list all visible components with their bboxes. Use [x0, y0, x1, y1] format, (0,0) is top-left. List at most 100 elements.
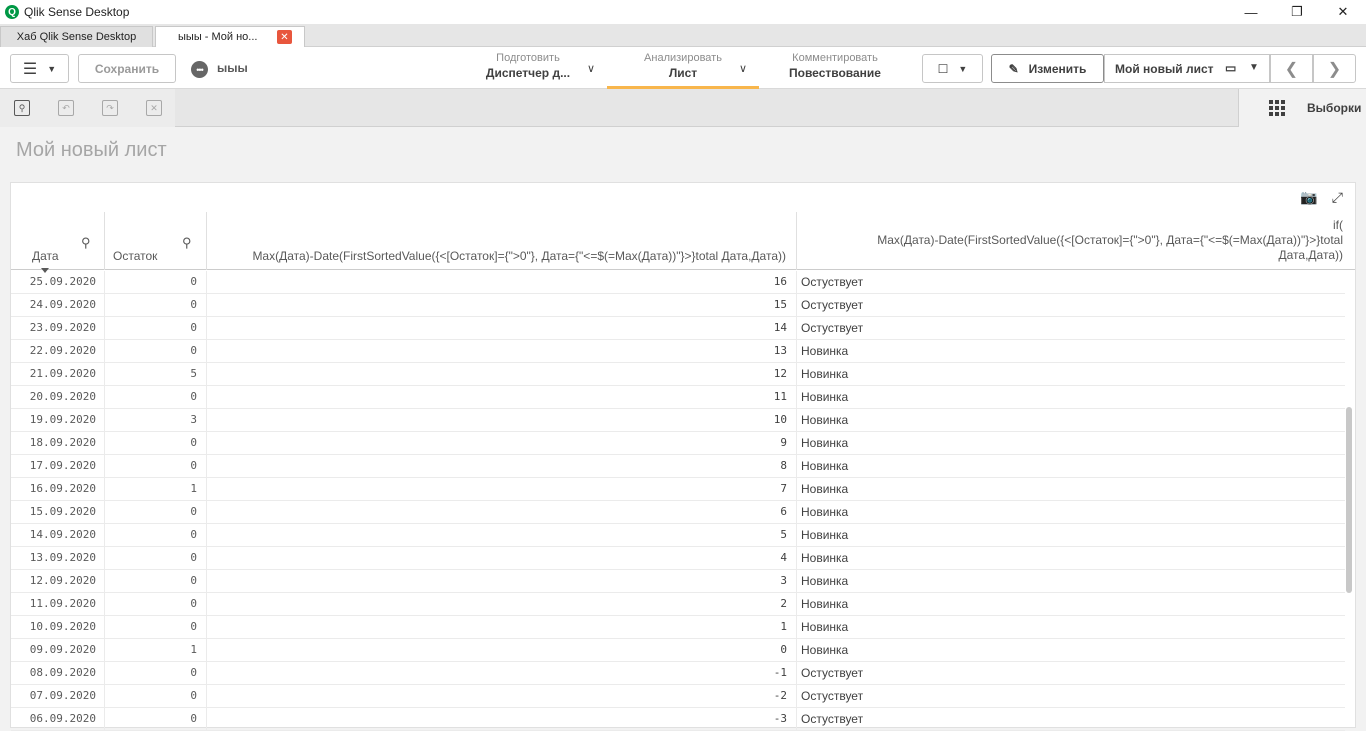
cell-date[interactable]: 08.09.2020: [11, 662, 105, 684]
table-row[interactable]: 13.09.2020 0 4 Новинка: [11, 547, 1345, 570]
cell-stock[interactable]: 0: [105, 524, 207, 546]
cell-stock[interactable]: 0: [105, 340, 207, 362]
maximize-button[interactable]: ❐: [1274, 0, 1320, 24]
table-row[interactable]: 17.09.2020 0 8 Новинка: [11, 455, 1345, 478]
cell-date[interactable]: 10.09.2020: [11, 616, 105, 638]
nav-prepare-sub: Подготовить: [496, 52, 560, 64]
cell-stock[interactable]: 0: [105, 685, 207, 707]
nav-prepare[interactable]: Подготовить Диспетчер д...: [478, 51, 578, 89]
close-window-button[interactable]: ✕: [1320, 0, 1366, 24]
cell-date[interactable]: 21.09.2020: [11, 363, 105, 385]
search-icon[interactable]: ⚲: [182, 235, 192, 251]
cell-date[interactable]: 14.09.2020: [11, 524, 105, 546]
cell-date[interactable]: 07.09.2020: [11, 685, 105, 707]
table-row[interactable]: 11.09.2020 0 2 Новинка: [11, 593, 1345, 616]
close-tab-icon[interactable]: ✕: [277, 30, 292, 44]
cell-stock[interactable]: 0: [105, 386, 207, 408]
cell-date[interactable]: 20.09.2020: [11, 386, 105, 408]
search-icon[interactable]: ⚲: [81, 235, 91, 251]
nav-narrate[interactable]: Комментировать Повествование: [780, 51, 890, 89]
table-row[interactable]: 08.09.2020 0 -1 Остуствует: [11, 662, 1345, 685]
table-row[interactable]: 19.09.2020 3 10 Новинка: [11, 409, 1345, 432]
save-button[interactable]: Сохранить: [78, 54, 176, 83]
cell-date[interactable]: 09.09.2020: [11, 639, 105, 661]
camera-icon[interactable]: 📷: [1300, 189, 1317, 206]
cell-date[interactable]: 13.09.2020: [11, 547, 105, 569]
nav-analyze[interactable]: Анализировать Лист: [607, 51, 759, 89]
next-sheet-button[interactable]: ❯: [1313, 54, 1356, 83]
minimize-button[interactable]: —: [1228, 0, 1274, 24]
cell-stock[interactable]: 0: [105, 501, 207, 523]
chevron-down-icon[interactable]: ∨: [587, 62, 595, 75]
cell-date[interactable]: 12.09.2020: [11, 570, 105, 592]
table-row[interactable]: 12.09.2020 0 3 Новинка: [11, 570, 1345, 593]
bookmark-icon: ☐: [937, 61, 949, 76]
table-row[interactable]: 07.09.2020 0 -2 Остуствует: [11, 685, 1345, 708]
previous-sheet-button[interactable]: ❮: [1270, 54, 1313, 83]
table-row[interactable]: 22.09.2020 0 13 Новинка: [11, 340, 1345, 363]
cell-stock[interactable]: 0: [105, 317, 207, 339]
cell-stock[interactable]: 0: [105, 432, 207, 454]
cell-stock[interactable]: 0: [105, 570, 207, 592]
tab-hub[interactable]: Хаб Qlik Sense Desktop: [0, 26, 153, 47]
smart-search-icon[interactable]: ⚲: [14, 100, 30, 116]
table-row[interactable]: 20.09.2020 0 11 Новинка: [11, 386, 1345, 409]
cell-date[interactable]: 16.09.2020: [11, 478, 105, 500]
cell-stock[interactable]: 1: [105, 639, 207, 661]
pencil-icon: ✎: [1008, 61, 1019, 76]
cell-status: Остуствует: [801, 275, 864, 289]
header-status[interactable]: if( Max(Дата)-Date(FirstSortedValue({<[О…: [797, 212, 1355, 270]
cell-stock[interactable]: 0: [105, 271, 207, 293]
table-row[interactable]: 23.09.2020 0 14 Остуствует: [11, 317, 1345, 340]
table-row[interactable]: 25.09.2020 0 16 Остуствует: [11, 271, 1345, 294]
cell-date[interactable]: 25.09.2020: [11, 271, 105, 293]
cell-stock[interactable]: 0: [105, 662, 207, 684]
header-stock[interactable]: ⚲ Остаток: [105, 212, 207, 270]
table-row[interactable]: 16.09.2020 1 7 Новинка: [11, 478, 1345, 501]
expand-icon[interactable]: ⤢: [1332, 189, 1343, 206]
cell-date[interactable]: 17.09.2020: [11, 455, 105, 477]
cell-stock[interactable]: 0: [105, 547, 207, 569]
scrollbar-thumb[interactable]: [1346, 407, 1352, 593]
cell-stock[interactable]: 0: [105, 593, 207, 615]
table-row[interactable]: 21.09.2020 5 12 Новинка: [11, 363, 1345, 386]
cell-stock[interactable]: 0: [105, 294, 207, 316]
app-name: ыыы: [217, 61, 248, 75]
edit-button[interactable]: ✎ Изменить: [991, 54, 1104, 83]
cell-stock[interactable]: 0: [105, 708, 207, 730]
cell-date[interactable]: 23.09.2020: [11, 317, 105, 339]
cell-stock[interactable]: 0: [105, 616, 207, 638]
table-row[interactable]: 24.09.2020 0 15 Остуствует: [11, 294, 1345, 317]
cell-date[interactable]: 06.09.2020: [11, 708, 105, 730]
window-title: Qlik Sense Desktop: [24, 5, 130, 19]
cell-date[interactable]: 18.09.2020: [11, 432, 105, 454]
chevron-down-icon[interactable]: ∨: [739, 62, 747, 75]
table-row[interactable]: 18.09.2020 0 9 Новинка: [11, 432, 1345, 455]
table-row[interactable]: 09.09.2020 1 0 Новинка: [11, 639, 1345, 662]
selections-button[interactable]: Выборки: [1238, 89, 1366, 127]
cell-date[interactable]: 15.09.2020: [11, 501, 105, 523]
cell-stock[interactable]: 5: [105, 363, 207, 385]
cell-date[interactable]: 22.09.2020: [11, 340, 105, 362]
cell-date[interactable]: 11.09.2020: [11, 593, 105, 615]
header-status-line3: Дата,Дата)): [1278, 248, 1343, 262]
cell-stock[interactable]: 0: [105, 455, 207, 477]
main-toolbar: ☰ ▼ Сохранить ••• ыыы Подготовить Диспет…: [0, 47, 1366, 89]
clear-selections-icon[interactable]: ✕: [146, 100, 162, 116]
table-row[interactable]: 14.09.2020 0 5 Новинка: [11, 524, 1345, 547]
bookmarks-button[interactable]: ☐ ▼: [922, 54, 983, 83]
table-row[interactable]: 10.09.2020 0 1 Новинка: [11, 616, 1345, 639]
cell-stock[interactable]: 3: [105, 409, 207, 431]
step-back-icon[interactable]: ↶: [58, 100, 74, 116]
global-menu-button[interactable]: ☰ ▼: [10, 54, 69, 83]
step-forward-icon[interactable]: ↷: [102, 100, 118, 116]
header-date[interactable]: ⚲ Дата: [11, 212, 105, 273]
sheet-selector[interactable]: Мой новый лист ▭ ▼: [1104, 54, 1270, 83]
cell-date[interactable]: 24.09.2020: [11, 294, 105, 316]
cell-date[interactable]: 19.09.2020: [11, 409, 105, 431]
table-row[interactable]: 15.09.2020 0 6 Новинка: [11, 501, 1345, 524]
table-object[interactable]: 📷 ⤢ ⚲ Дата ⚲ Остаток Max(Дата)-Date(Firs…: [10, 182, 1356, 731]
header-measure[interactable]: Max(Дата)-Date(FirstSortedValue({<[Остат…: [207, 212, 797, 270]
tab-app-sheet[interactable]: ыыы - Мой но... ✕: [155, 26, 305, 47]
cell-stock[interactable]: 1: [105, 478, 207, 500]
